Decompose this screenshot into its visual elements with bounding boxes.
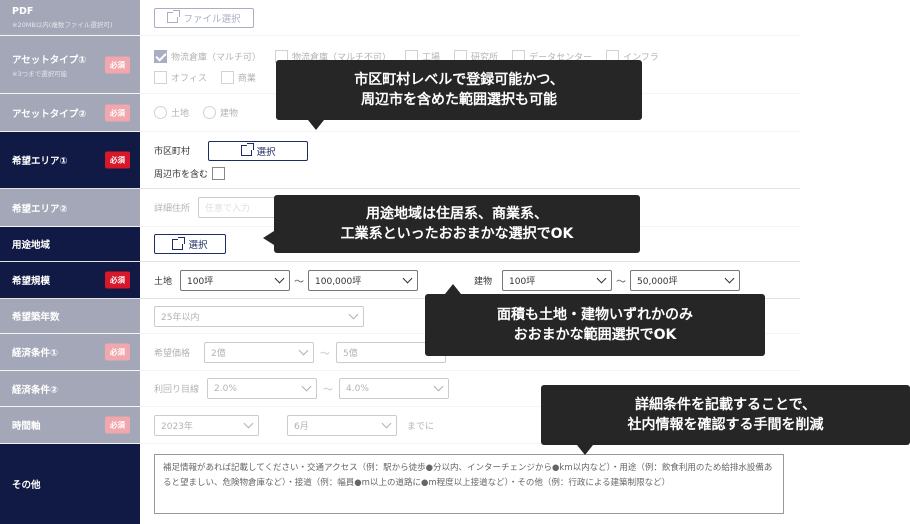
external-link-icon bbox=[240, 143, 254, 156]
chevron-down-icon bbox=[596, 273, 607, 283]
callout-area: 市区町村レベルで登録可能かつ、 周辺市を含めた範囲選択も可能 bbox=[276, 60, 642, 130]
chevron-down-icon bbox=[274, 273, 285, 283]
chevron-down-icon bbox=[243, 418, 254, 428]
chevron-down-icon bbox=[348, 309, 359, 319]
checkbox-asset-option-0[interactable]: 物流倉庫（マルチ可） bbox=[154, 49, 261, 63]
external-link-icon bbox=[172, 236, 186, 250]
radio-building[interactable]: 建物 bbox=[203, 106, 238, 119]
row-other: その他 補足情報があれば記載してください・交通アクセス（例：駅から徒歩●分以内、… bbox=[0, 444, 800, 524]
chevron-down-icon bbox=[724, 273, 735, 283]
building-max-select[interactable]: 50,000坪 bbox=[630, 269, 741, 291]
yield-min-select[interactable]: 2.0% bbox=[207, 378, 318, 399]
file-select-button[interactable]: ファイル選択 bbox=[154, 7, 254, 28]
price-min-select[interactable]: 2億 bbox=[204, 341, 315, 363]
include-surrounding-checkbox[interactable]: 周辺市を含む bbox=[154, 166, 226, 180]
chevron-down-icon bbox=[381, 418, 392, 428]
checkbox-checked[interactable] bbox=[154, 49, 167, 63]
usage-select-button[interactable]: 選択 bbox=[154, 234, 226, 254]
chevron-down-icon bbox=[298, 345, 309, 355]
label-pdf: PDF ※20MB以内(複数ファイル選択可) bbox=[0, 0, 140, 35]
external-link-icon bbox=[167, 10, 181, 23]
chevron-down-icon bbox=[433, 381, 444, 392]
age-select[interactable]: 25年以内 bbox=[154, 305, 364, 327]
radio-land[interactable]: 土地 bbox=[154, 106, 189, 119]
row-desired-area-1: 希望エリア① 必須 市区町村 選択 周辺市を含む bbox=[0, 132, 800, 189]
row-pdf: PDF ※20MB以内(複数ファイル選択可) ファイル選択 bbox=[0, 0, 800, 36]
building-min-select[interactable]: 100坪 bbox=[502, 269, 613, 291]
month-select[interactable]: 6月 bbox=[287, 414, 397, 436]
callout-scale: 面積も土地・建物いずれかのみ おおまかな範囲選択でOK bbox=[425, 284, 765, 356]
other-notes-textarea[interactable]: 補足情報があれば記載してください・交通アクセス（例：駅から徒歩●分以内、インター… bbox=[154, 454, 784, 514]
callout-other: 詳細条件を記載することで、 社内情報を確認する手間を削減 bbox=[541, 385, 910, 455]
callout-usage: 用途地域は住居系、商業系、 工業系といったおおまかな選択でOK bbox=[263, 195, 640, 253]
yield-max-select[interactable]: 4.0% bbox=[339, 378, 450, 399]
checkbox-asset-option-7[interactable]: 商業 bbox=[220, 70, 256, 84]
year-select[interactable]: 2023年 bbox=[154, 414, 259, 436]
land-min-select[interactable]: 100坪 bbox=[180, 269, 291, 291]
chevron-down-icon bbox=[301, 381, 312, 392]
chevron-down-icon bbox=[402, 273, 413, 283]
checkbox-asset-option-6[interactable]: オフィス bbox=[154, 70, 207, 84]
land-max-select[interactable]: 100,000坪 bbox=[308, 269, 419, 291]
city-select-button[interactable]: 選択 bbox=[208, 140, 309, 161]
